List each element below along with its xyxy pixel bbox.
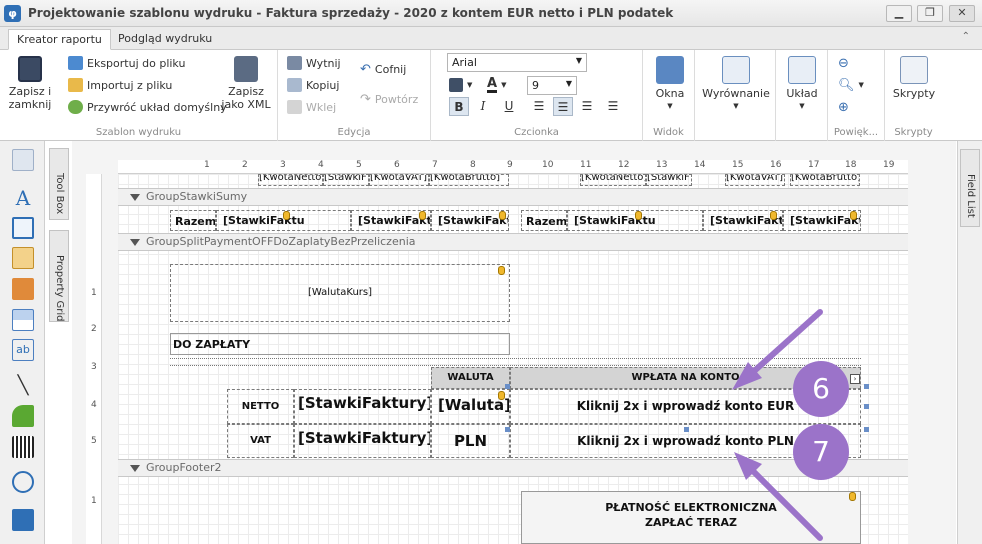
callout-badge: 7 (793, 424, 849, 480)
callout-badge: 6 (793, 361, 849, 417)
field-list-tab[interactable]: Field List (960, 149, 980, 227)
field-list-tab-label: Field List (965, 174, 976, 218)
field-list-panel: Field List (957, 141, 982, 544)
